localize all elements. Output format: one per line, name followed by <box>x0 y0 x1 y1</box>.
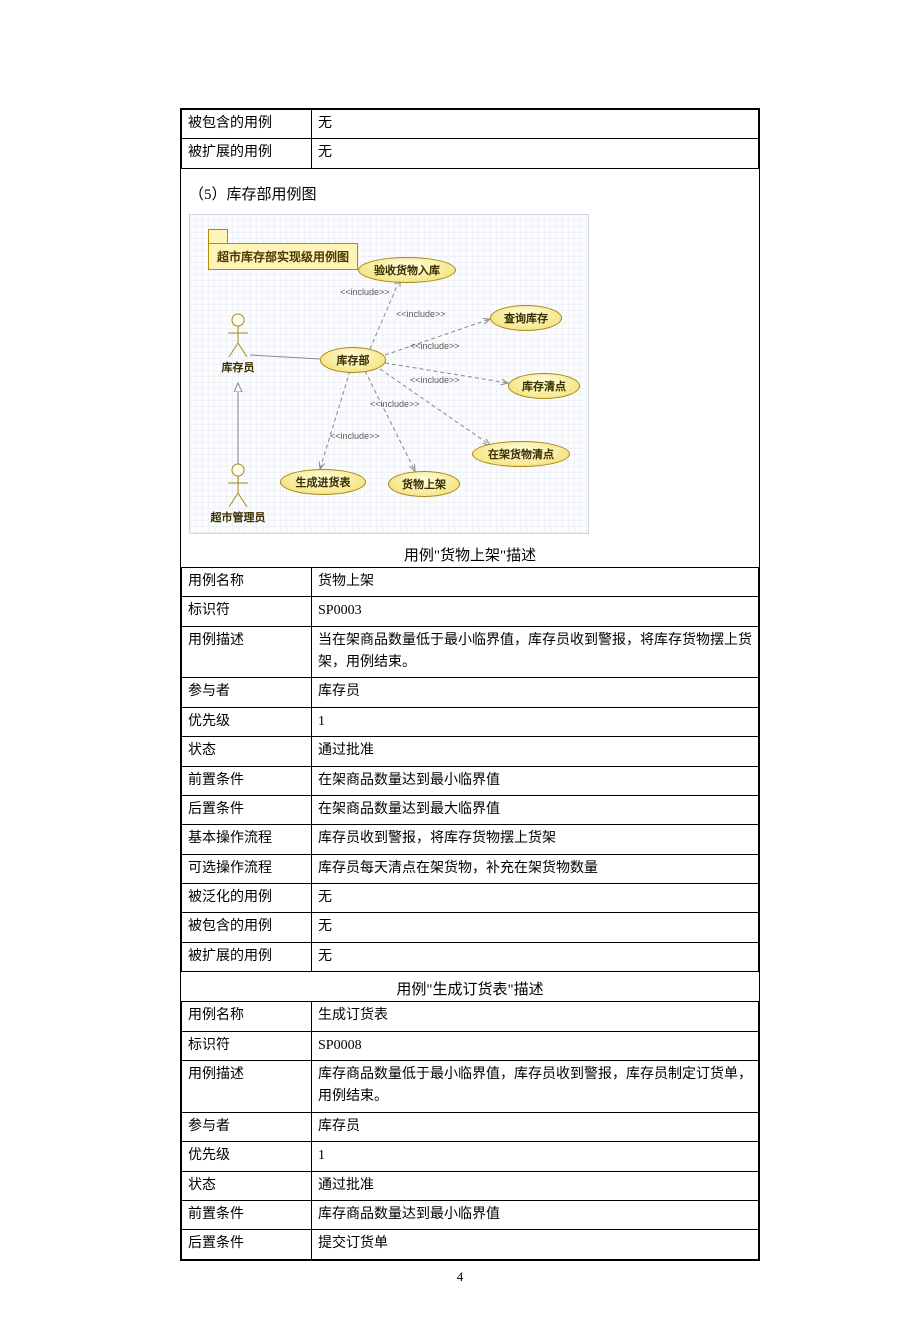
table-row: 可选操作流程库存员每天清点在架货物，补充在架货物数量 <box>182 854 759 883</box>
cell-key: 标识符 <box>182 597 312 626</box>
cell-val: 通过批准 <box>312 737 759 766</box>
cell-key: 基本操作流程 <box>182 825 312 854</box>
cell-key: 前置条件 <box>182 1200 312 1229</box>
cell-val: 1 <box>312 1142 759 1171</box>
cell-val: 无 <box>312 884 759 913</box>
table-row: 用例描述当在架商品数量低于最小临界值，库存员收到警报，将库存货物摆上货架，用例结… <box>182 626 759 678</box>
cell-val: 库存员收到警报，将库存货物摆上货架 <box>312 825 759 854</box>
cell-val: 提交订货单 <box>312 1230 759 1259</box>
usecase-goods-onshelf: 货物上架 <box>388 471 460 497</box>
usecase-diagram: 超市库存部实现级用例图 <box>189 214 589 534</box>
include-label: <<include>> <box>396 309 446 319</box>
cell-key: 被泛化的用例 <box>182 884 312 913</box>
table2-caption: 用例"生成订货表"描述 <box>181 972 759 1001</box>
cell-val: 库存商品数量低于最小临界值，库存员收到警报，库存员制定订货单，用例结束。 <box>312 1061 759 1113</box>
actor-icon <box>224 313 252 359</box>
usecase-gen-purchase-form: 生成进货表 <box>280 469 366 495</box>
table-row: 被扩展的用例 无 <box>182 139 759 168</box>
cell-val: SP0003 <box>312 597 759 626</box>
document-frame: 被包含的用例 无 被扩展的用例 无 （5）库存部用例图 超市库存部实现级用例图 <box>180 108 760 1261</box>
cell-key: 参与者 <box>182 1112 312 1141</box>
table-row: 被包含的用例 无 <box>182 110 759 139</box>
table-row: 状态通过批准 <box>182 1171 759 1200</box>
usecase-inventory-dept: 库存部 <box>320 347 386 373</box>
include-label: <<include>> <box>410 375 460 385</box>
actor-warehouse-staff: 库存员 <box>218 313 258 375</box>
cell-key: 被包含的用例 <box>182 110 312 139</box>
cell-key: 被扩展的用例 <box>182 139 312 168</box>
cell-val: 库存员 <box>312 678 759 707</box>
usecase-diagram-wrap: 超市库存部实现级用例图 <box>181 210 759 538</box>
page-number: 4 <box>0 1269 920 1285</box>
table-row: 被包含的用例无 <box>182 913 759 942</box>
include-label: <<include>> <box>370 399 420 409</box>
cell-val: 无 <box>312 942 759 971</box>
cell-key: 状态 <box>182 1171 312 1200</box>
cell-key: 用例描述 <box>182 626 312 678</box>
cell-val: 在架商品数量达到最大临界值 <box>312 795 759 824</box>
include-label: <<include>> <box>410 341 460 351</box>
cell-key: 后置条件 <box>182 1230 312 1259</box>
table-row: 参与者库存员 <box>182 1112 759 1141</box>
table1-caption: 用例"货物上架"描述 <box>181 538 759 567</box>
cell-val: 库存员 <box>312 1112 759 1141</box>
table-row: 前置条件库存商品数量达到最小临界值 <box>182 1200 759 1229</box>
usecase-inspect-goods-in: 验收货物入库 <box>358 257 456 283</box>
table-row: 标识符SP0008 <box>182 1031 759 1060</box>
table-row: 用例描述库存商品数量低于最小临界值，库存员收到警报，库存员制定订货单，用例结束。 <box>182 1061 759 1113</box>
table-row: 标识符SP0003 <box>182 597 759 626</box>
cell-val: 库存商品数量达到最小临界值 <box>312 1200 759 1229</box>
cell-key: 优先级 <box>182 1142 312 1171</box>
cell-key: 状态 <box>182 737 312 766</box>
table-row: 用例名称货物上架 <box>182 567 759 596</box>
cell-val: 生成订货表 <box>312 1002 759 1031</box>
usecase-query-stock: 查询库存 <box>490 305 562 331</box>
table-row: 用例名称生成订货表 <box>182 1002 759 1031</box>
cell-val: 通过批准 <box>312 1171 759 1200</box>
cell-key: 被扩展的用例 <box>182 942 312 971</box>
cell-val: 在架商品数量达到最小临界值 <box>312 766 759 795</box>
table-row: 前置条件在架商品数量达到最小临界值 <box>182 766 759 795</box>
cell-key: 标识符 <box>182 1031 312 1060</box>
table-row: 后置条件提交订货单 <box>182 1230 759 1259</box>
table-row: 优先级1 <box>182 707 759 736</box>
cell-key: 参与者 <box>182 678 312 707</box>
top-fragment-table: 被包含的用例 无 被扩展的用例 无 <box>181 109 759 169</box>
cell-key: 可选操作流程 <box>182 854 312 883</box>
cell-key: 被包含的用例 <box>182 913 312 942</box>
usecase-table-2: 用例名称生成订货表标识符SP0008用例描述库存商品数量低于最小临界值，库存员收… <box>181 1001 759 1260</box>
cell-val: 库存员每天清点在架货物，补充在架货物数量 <box>312 854 759 883</box>
cell-key: 用例名称 <box>182 567 312 596</box>
cell-key: 用例描述 <box>182 1061 312 1113</box>
table-row: 被泛化的用例无 <box>182 884 759 913</box>
cell-val: 无 <box>312 139 759 168</box>
section-5-heading: （5）库存部用例图 <box>181 169 759 210</box>
cell-val: 货物上架 <box>312 567 759 596</box>
cell-val: SP0008 <box>312 1031 759 1060</box>
actor-label: 超市管理员 <box>208 509 268 525</box>
table-row: 优先级1 <box>182 1142 759 1171</box>
cell-key: 后置条件 <box>182 795 312 824</box>
cell-key: 用例名称 <box>182 1002 312 1031</box>
usecase-shelf-goods-count: 在架货物清点 <box>472 441 570 467</box>
usecase-table-1: 用例名称货物上架标识符SP0003用例描述当在架商品数量低于最小临界值，库存员收… <box>181 567 759 972</box>
cell-val: 无 <box>312 110 759 139</box>
include-label: <<include>> <box>340 287 390 297</box>
include-label: <<include>> <box>330 431 380 441</box>
actor-market-admin: 超市管理员 <box>208 463 268 525</box>
cell-key: 前置条件 <box>182 766 312 795</box>
actor-icon <box>224 463 252 509</box>
table-row: 参与者库存员 <box>182 678 759 707</box>
usecase-stock-count: 库存清点 <box>508 373 580 399</box>
table-row: 被扩展的用例无 <box>182 942 759 971</box>
table-row: 基本操作流程库存员收到警报，将库存货物摆上货架 <box>182 825 759 854</box>
table-row: 状态通过批准 <box>182 737 759 766</box>
cell-val: 当在架商品数量低于最小临界值，库存员收到警报，将库存货物摆上货架，用例结束。 <box>312 626 759 678</box>
table-row: 后置条件在架商品数量达到最大临界值 <box>182 795 759 824</box>
cell-key: 优先级 <box>182 707 312 736</box>
cell-val: 1 <box>312 707 759 736</box>
cell-val: 无 <box>312 913 759 942</box>
actor-label: 库存员 <box>218 359 258 375</box>
